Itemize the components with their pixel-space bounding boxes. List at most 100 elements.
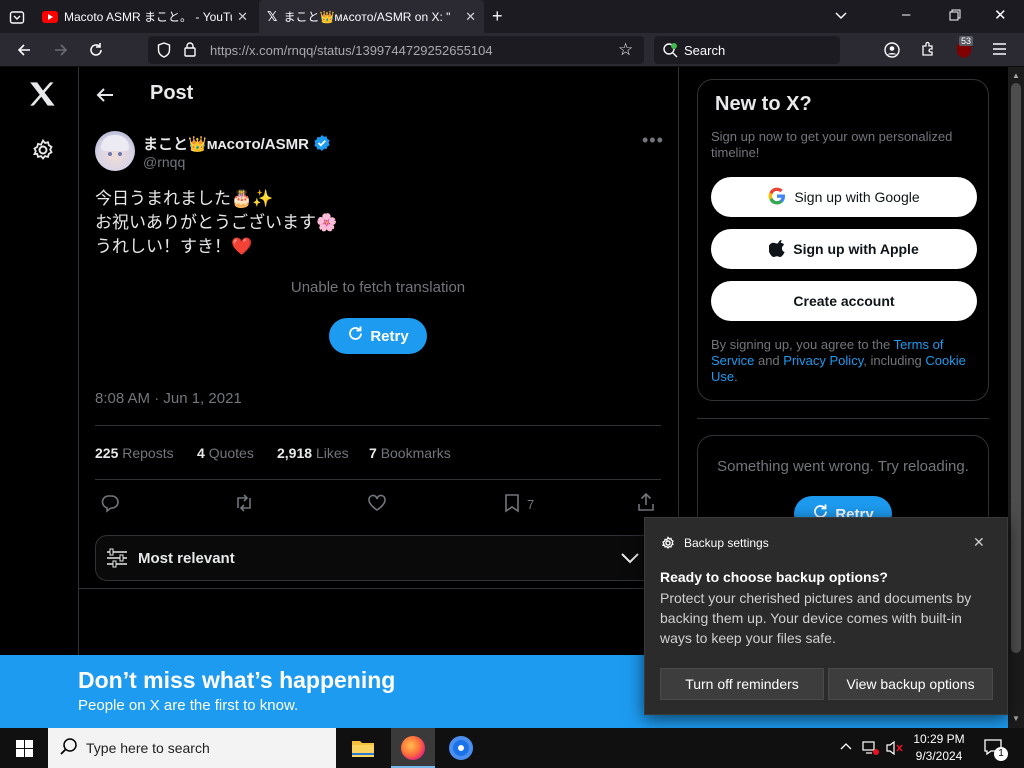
navigation-toolbar: https://x.com/rnqq/status/13997447292526… bbox=[0, 33, 1024, 67]
privacy-link[interactable]: Privacy Policy bbox=[783, 353, 863, 368]
volume-muted-icon[interactable] bbox=[886, 740, 904, 761]
view-backup-options-button[interactable]: View backup options bbox=[828, 668, 993, 700]
page-title: Post bbox=[150, 82, 194, 104]
scroll-down-icon[interactable]: ▼ bbox=[1012, 714, 1020, 723]
forward-icon[interactable] bbox=[53, 42, 69, 62]
notification-app: Backup settings bbox=[684, 536, 769, 550]
chrome-like-app-icon[interactable] bbox=[449, 736, 473, 760]
avatar[interactable] bbox=[95, 131, 135, 171]
new-tab-icon[interactable]: + bbox=[492, 7, 503, 25]
scroll-thumb[interactable] bbox=[1011, 83, 1021, 653]
sliders-icon bbox=[106, 548, 128, 573]
taskbar-search[interactable]: Type here to search bbox=[48, 728, 336, 768]
tab-list-icon[interactable] bbox=[9, 9, 25, 29]
signup-google-button[interactable]: Sign up with Google bbox=[711, 177, 977, 217]
tab-x-post[interactable]: 𝕏 まこと👑ᴍᴀᴄᴏᴛᴏ/ASMR on X: " ✕ bbox=[259, 0, 484, 33]
search-bar[interactable]: Search bbox=[654, 36, 840, 64]
notification-count-badge: 1 bbox=[994, 747, 1008, 761]
back-icon[interactable] bbox=[16, 42, 32, 62]
close-tab-icon[interactable]: ✕ bbox=[237, 9, 248, 25]
button-label: View backup options bbox=[846, 676, 975, 692]
url-text: https://x.com/rnqq/status/13997447292526… bbox=[210, 43, 493, 58]
signup-card: New to X? Sign up now to get your own pe… bbox=[697, 79, 989, 401]
handle[interactable]: @rnqq bbox=[143, 154, 185, 170]
button-label: Turn off reminders bbox=[685, 676, 799, 692]
retry-translation-button[interactable]: Retry bbox=[329, 318, 427, 354]
refresh-icon bbox=[347, 325, 364, 347]
signup-apple-button[interactable]: Sign up with Apple bbox=[711, 229, 977, 269]
repost-icon[interactable] bbox=[233, 493, 255, 518]
backup-notification: Backup settings ✕ Ready to choose backup… bbox=[644, 517, 1008, 715]
bookmark-icon[interactable] bbox=[503, 493, 521, 518]
search-engine-icon bbox=[662, 42, 678, 62]
page-scrollbar[interactable]: ▲ ▼ bbox=[1008, 67, 1024, 728]
x-logo-icon[interactable] bbox=[29, 81, 57, 112]
reposts-stat[interactable]: 225 Reposts bbox=[95, 445, 174, 461]
tab-title: Macoto ASMR まこと。 - YouTube bbox=[64, 10, 232, 24]
ublock-count-badge: 53 bbox=[959, 36, 974, 46]
extensions-icon[interactable] bbox=[920, 41, 936, 61]
post-line: 今日うまれました🎂✨ bbox=[95, 189, 274, 208]
post-column: Post まこと👑ᴍᴀᴄᴏᴛᴏ/ASMR @rnqq ••• 今日うまれました🎂… bbox=[79, 67, 679, 728]
tab-youtube[interactable]: Macoto ASMR まこと。 - YouTube ✕ bbox=[34, 0, 256, 33]
firefox-taskbar-button[interactable] bbox=[391, 728, 435, 768]
create-account-button[interactable]: Create account bbox=[711, 281, 977, 321]
tab-title: まこと👑ᴍᴀᴄᴏᴛᴏ/ASMR on X: " bbox=[283, 10, 451, 24]
signup-legal-text: By signing up, you agree to the Terms of… bbox=[711, 337, 979, 385]
divider bbox=[95, 425, 661, 426]
divider bbox=[95, 479, 661, 480]
post-timestamp[interactable]: 8:08 AM · Jun 1, 2021 bbox=[95, 390, 242, 407]
quotes-stat[interactable]: 4 Quotes bbox=[197, 445, 254, 461]
chevron-down-icon bbox=[620, 550, 640, 571]
list-all-tabs-icon[interactable] bbox=[834, 8, 848, 26]
windows-start-icon[interactable] bbox=[16, 740, 33, 762]
file-explorer-icon[interactable] bbox=[351, 738, 375, 763]
scroll-up-icon[interactable]: ▲ bbox=[1012, 71, 1020, 80]
sort-replies-dropdown[interactable]: Most relevant bbox=[95, 535, 661, 581]
clock-time[interactable]: 10:29 PM bbox=[912, 732, 966, 746]
account-icon[interactable] bbox=[884, 42, 900, 62]
likes-stat[interactable]: 2,918 Likes bbox=[277, 445, 349, 461]
share-icon[interactable] bbox=[636, 492, 656, 517]
back-arrow-icon[interactable] bbox=[95, 85, 115, 110]
legal-text: , including bbox=[863, 353, 926, 368]
close-icon[interactable]: ✕ bbox=[973, 534, 985, 551]
like-icon[interactable] bbox=[367, 493, 387, 518]
post-text: 今日うまれました🎂✨ お祝いありがとうございます🌸 うれしい！すき！❤️ bbox=[95, 187, 337, 259]
lock-icon[interactable] bbox=[184, 42, 196, 61]
settings-gear-icon bbox=[661, 536, 675, 555]
shield-icon[interactable] bbox=[157, 42, 171, 62]
minimize-icon[interactable]: – bbox=[902, 7, 910, 23]
url-bar[interactable]: https://x.com/rnqq/status/13997447292526… bbox=[148, 36, 644, 64]
right-sidebar: New to X? Sign up now to get your own pe… bbox=[697, 79, 989, 585]
close-window-icon[interactable]: ✕ bbox=[994, 8, 1007, 24]
bookmarks-label: Bookmarks bbox=[380, 445, 451, 461]
reply-icon[interactable] bbox=[100, 493, 120, 518]
search-placeholder: Search bbox=[684, 43, 726, 58]
show-hidden-icons-icon[interactable] bbox=[840, 740, 852, 758]
post-line: お祝いありがとうございます🌸 bbox=[95, 213, 338, 232]
error-message: Something went wrong. Try reloading. bbox=[717, 458, 969, 475]
signup-subtitle: Sign up now to get your own personalized… bbox=[711, 129, 953, 160]
reload-icon[interactable] bbox=[88, 42, 104, 62]
display-name[interactable]: まこと👑ᴍᴀᴄᴏᴛᴏ/ASMR bbox=[143, 133, 309, 154]
turn-off-reminders-button[interactable]: Turn off reminders bbox=[660, 668, 824, 700]
restore-icon[interactable] bbox=[949, 9, 961, 25]
bookmarks-stat[interactable]: 7 Bookmarks bbox=[369, 445, 451, 461]
clock-date[interactable]: 9/3/2024 bbox=[912, 749, 966, 763]
close-tab-icon[interactable]: ✕ bbox=[465, 9, 476, 25]
more-options-icon[interactable]: ••• bbox=[642, 130, 664, 151]
apple-label: Sign up with Apple bbox=[793, 241, 919, 257]
network-icon[interactable] bbox=[862, 740, 880, 761]
menu-icon[interactable] bbox=[992, 42, 1007, 60]
legal-text: and bbox=[754, 353, 784, 368]
bookmark-action-count: 7 bbox=[527, 497, 535, 512]
taskbar-search-placeholder: Type here to search bbox=[86, 740, 210, 756]
left-navigation bbox=[0, 67, 79, 728]
bookmark-star-icon[interactable]: ☆ bbox=[618, 41, 633, 58]
likes-label: Likes bbox=[315, 445, 349, 461]
firefox-icon bbox=[401, 736, 425, 760]
x-logo-icon: 𝕏 bbox=[267, 8, 278, 24]
divider bbox=[697, 418, 989, 419]
settings-gear-icon[interactable] bbox=[31, 138, 55, 167]
